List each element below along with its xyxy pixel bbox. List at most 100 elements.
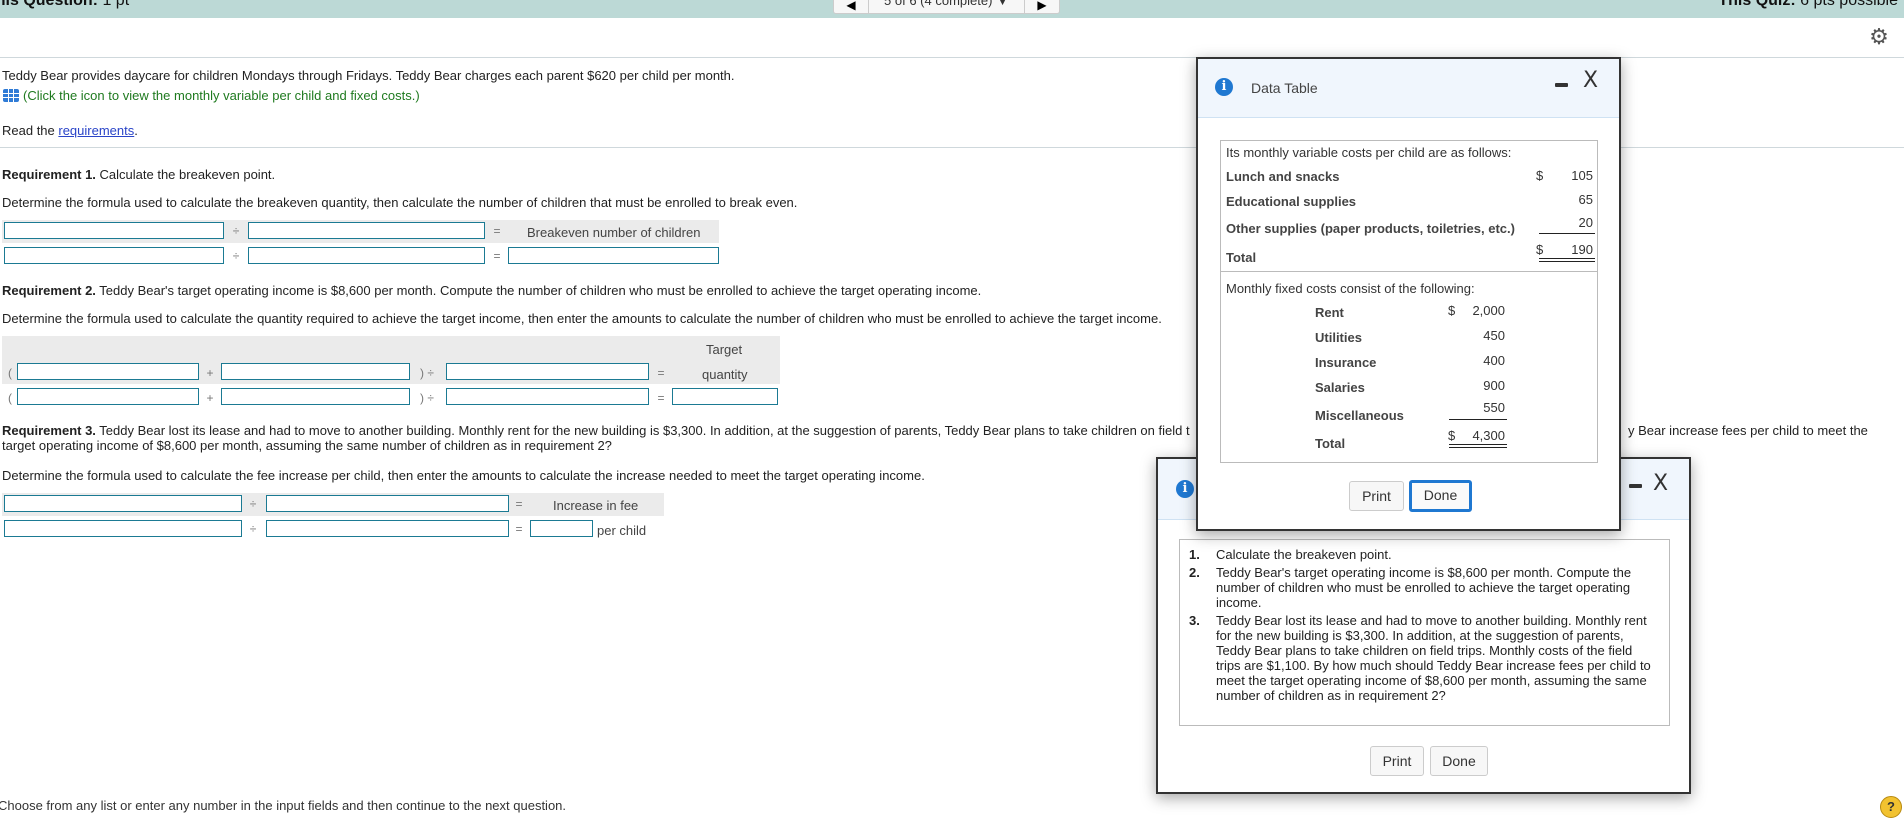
data-table-link[interactable]: (Click the icon to view the monthly vari… (3, 88, 420, 103)
currency-symbol: $ (1536, 242, 1544, 257)
help-icon[interactable]: ? (1880, 796, 1902, 818)
breakeven-label: Breakeven number of children (527, 225, 701, 240)
fixed-cost-value: 2,000 (1472, 303, 1505, 318)
equals-operator: = (493, 249, 501, 263)
requirements-link[interactable]: requirements (58, 123, 134, 138)
fixed-cost-label: Utilities (1315, 330, 1362, 345)
plus-operator: + (206, 366, 214, 380)
equals-operator: = (515, 522, 523, 536)
fixed-cost-value: 550 (1483, 400, 1505, 415)
total-double-rule (1449, 444, 1507, 445)
req1-title: Requirement 1. Calculate the breakeven p… (2, 167, 276, 182)
per-child-label: per child (597, 523, 647, 538)
req3-description: Determine the formula used to calculate … (2, 468, 925, 483)
req2-description: Determine the formula used to calculate … (2, 311, 1162, 326)
req2-amount-target[interactable] (221, 388, 410, 405)
minimize-icon[interactable] (1555, 83, 1568, 87)
divide-operator: ÷ (249, 522, 257, 536)
quiz-points: This Quiz: 6 pts possible (1718, 0, 1898, 9)
equals-operator: = (657, 366, 665, 380)
req1-breakeven-result[interactable] (508, 247, 719, 264)
currency-symbol: $ (1448, 303, 1456, 318)
req3-amount-denominator[interactable] (266, 520, 509, 537)
variable-cost-label: Lunch and snacks (1226, 169, 1340, 184)
fixed-total-value: 4,300 (1472, 428, 1505, 443)
req3-formula-denominator[interactable] (266, 495, 509, 512)
req2-amount-fixed[interactable] (17, 388, 199, 405)
req2-amount-denominator[interactable] (446, 388, 649, 405)
variable-cost-value: 20 (1578, 215, 1593, 230)
req3-amount-numerator[interactable] (4, 520, 242, 537)
chevron-right-icon: ▶ (1037, 0, 1047, 12)
next-question-button[interactable]: ▶ (1025, 0, 1059, 13)
req1-formula-numerator[interactable] (4, 222, 224, 239)
data-table-box-outline (1220, 140, 1598, 463)
total-double-rule (1449, 447, 1507, 448)
req1-description: Determine the formula used to calculate … (2, 195, 798, 210)
previous-question-button[interactable]: ◀ (834, 0, 868, 13)
variable-cost-value: 65 (1578, 192, 1593, 207)
info-icon: i (1215, 78, 1233, 96)
chevron-left-icon: ◀ (846, 0, 856, 12)
req2-target-quantity-result[interactable] (672, 388, 778, 405)
variable-cost-label: Other supplies (paper products, toiletri… (1226, 221, 1515, 236)
problem-statement: Teddy Bear provides daycare for children… (2, 68, 735, 83)
fixed-costs-heading: Monthly fixed costs consist of the follo… (1226, 281, 1475, 296)
fixed-cost-value: 400 (1483, 353, 1505, 368)
req3-title-line2: target operating income of $8,600 per mo… (2, 438, 612, 453)
open-paren: ( (8, 366, 12, 380)
fixed-cost-label: Rent (1315, 305, 1344, 320)
divide-operator: ÷ (232, 249, 240, 263)
minimize-icon[interactable] (1629, 484, 1642, 488)
currency-symbol: $ (1536, 168, 1544, 183)
question-points: This Question: 1 pt (0, 0, 130, 9)
req3-formula-numerator[interactable] (4, 495, 242, 512)
divide-operator: ÷ (249, 497, 257, 511)
table-icon[interactable] (3, 89, 19, 102)
equals-operator: = (515, 497, 523, 511)
variable-cost-value: 105 (1571, 168, 1593, 183)
read-requirements-text: Read the requirements. (2, 123, 138, 138)
question-select-dropdown[interactable]: 5 of 6 (4 complete) ▼ (868, 0, 1025, 13)
req1-amount-numerator[interactable] (4, 247, 224, 264)
footer-instruction: Choose from any list or enter any number… (0, 798, 567, 813)
done-button[interactable]: Done (1430, 746, 1488, 776)
total-double-rule (1539, 258, 1595, 259)
data-table-dialog: i Data Table X Its monthly variable cost… (1196, 57, 1621, 531)
quantity-label: quantity (702, 367, 748, 382)
req1-formula-denominator[interactable] (248, 222, 485, 239)
fixed-cost-label: Salaries (1315, 380, 1365, 395)
req2-formula-denominator[interactable] (446, 363, 649, 380)
quiz-header-bar: This Question: 1 pt ◀ 5 of 6 (4 complete… (0, 0, 1904, 18)
requirements-list: 1. Calculate the breakeven point. 2. Teddy… (1189, 547, 1659, 706)
open-paren: ( (8, 391, 12, 405)
req2-formula-target[interactable] (221, 363, 410, 380)
close-icon[interactable]: X (1653, 473, 1668, 495)
chevron-down-icon: ▼ (996, 0, 1009, 8)
close-paren-divide: ) ÷ (420, 366, 434, 380)
info-icon: i (1176, 480, 1194, 498)
plus-operator: + (206, 391, 214, 405)
equals-operator: = (657, 391, 665, 405)
req2-title: Requirement 2. Teddy Bear's target opera… (2, 283, 982, 298)
requirement-item: 3. Teddy Bear lost its lease and had to m… (1189, 613, 1651, 703)
fixed-cost-label: Insurance (1315, 355, 1377, 370)
dialog-title: Data Table (1251, 80, 1318, 96)
req3-increase-result[interactable] (530, 520, 593, 537)
done-button[interactable]: Done (1409, 480, 1472, 512)
print-button[interactable]: Print (1349, 481, 1404, 511)
fixed-cost-label: Miscellaneous (1315, 408, 1404, 423)
target-label: Target (706, 342, 743, 357)
req2-formula-fixed[interactable] (17, 363, 199, 380)
gear-icon[interactable]: ⚙ (1868, 26, 1890, 48)
req1-amount-denominator[interactable] (248, 247, 485, 264)
print-button[interactable]: Print (1370, 746, 1424, 776)
variable-total-value: 190 (1571, 242, 1593, 257)
close-icon[interactable]: X (1583, 70, 1598, 92)
req3-title-right: y Bear increase fees per child to meet t… (1628, 423, 1868, 438)
variable-cost-label: Educational supplies (1226, 194, 1357, 209)
variable-costs-heading: Its monthly variable costs per child are… (1226, 145, 1512, 160)
increase-in-fee-label: Increase in fee (553, 498, 639, 513)
variable-total-label: Total (1226, 250, 1257, 265)
fixed-total-label: Total (1315, 436, 1346, 451)
